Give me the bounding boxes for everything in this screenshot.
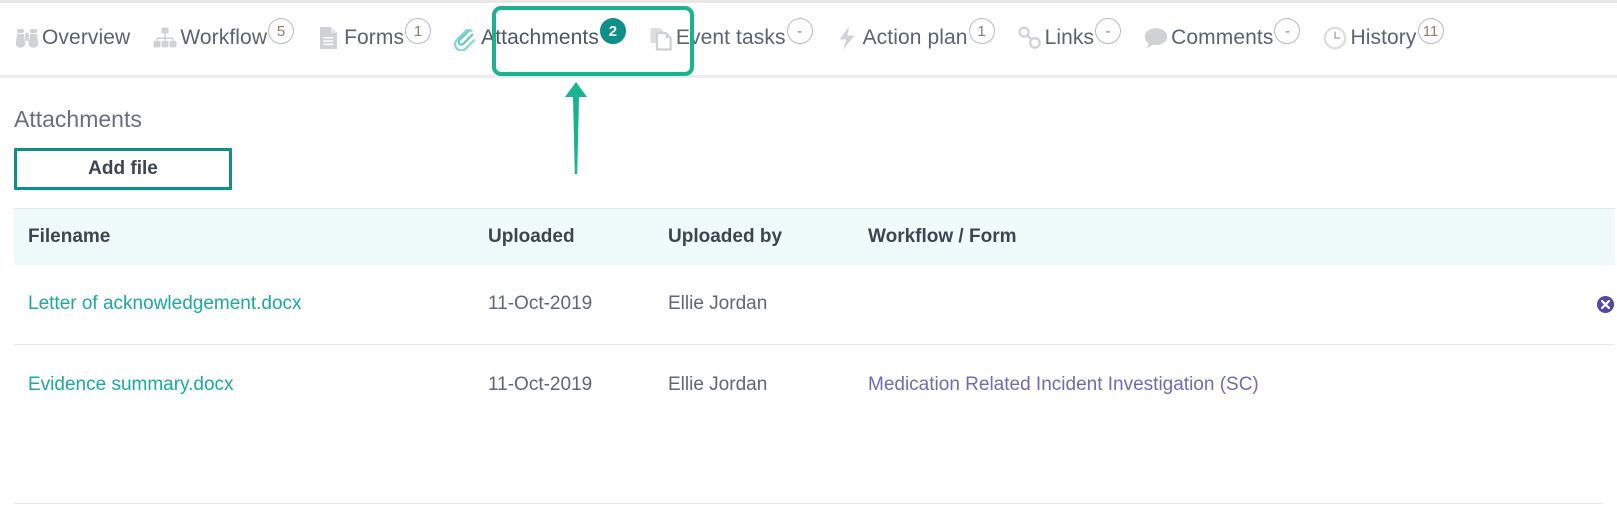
tab-badge: - xyxy=(1095,18,1122,44)
tab-forms[interactable]: Forms 1 xyxy=(316,16,432,62)
clock-icon xyxy=(1324,26,1347,50)
tab-label: Overview xyxy=(42,26,131,49)
tab-list: Overview Workflow 5 Forms 1 Attachments 2 Event… xyxy=(0,3,1617,75)
column-header-uploaded[interactable]: Uploaded xyxy=(474,208,654,265)
table-header-row: Filename Uploaded Uploaded by Workflow /… xyxy=(14,208,1615,265)
workflow-form-link[interactable]: Medication Related Incident Investigatio… xyxy=(868,374,1259,395)
attachment-filename-link[interactable]: Letter of acknowledgement.docx xyxy=(28,293,302,314)
column-header-actions xyxy=(1494,208,1615,265)
cell-workflow-form xyxy=(854,265,1494,345)
cell-filename: Evidence summary.docx xyxy=(14,344,474,425)
cell-uploaded: 11-Oct-2019 xyxy=(474,344,654,425)
column-header-filename[interactable]: Filename xyxy=(14,208,474,265)
tab-links[interactable]: Links - xyxy=(1017,16,1122,62)
attachments-panel: Attachments Add file Filename Uploaded U… xyxy=(0,78,1617,425)
page-title: Attachments xyxy=(14,106,142,132)
tab-badge: - xyxy=(786,18,813,44)
paperclip-icon xyxy=(454,28,476,51)
lightning-icon xyxy=(839,26,855,50)
tab-workflow[interactable]: Workflow 5 xyxy=(152,16,295,62)
tab-badge: 1 xyxy=(968,18,995,44)
tab-label: Attachments xyxy=(481,26,599,49)
table-bottom-divider xyxy=(14,503,1603,504)
binoculars-icon xyxy=(15,29,39,48)
delete-circle-icon[interactable] xyxy=(1596,295,1615,314)
attachments-table: Filename Uploaded Uploaded by Workflow /… xyxy=(14,208,1615,425)
tab-label: Links xyxy=(1044,26,1095,49)
tab-badge: 5 xyxy=(268,18,295,44)
cell-uploaded-by: Ellie Jordan xyxy=(654,344,854,425)
add-file-button[interactable]: Add file xyxy=(14,148,232,190)
add-file-area: Add file xyxy=(0,134,1617,190)
tab-action-plan[interactable]: Action plan 1 xyxy=(835,16,995,62)
tab-label: Workflow xyxy=(180,26,268,49)
chain-link-icon xyxy=(1018,26,1041,49)
tab-badge: - xyxy=(1274,18,1301,44)
tab-badge: 2 xyxy=(599,18,626,44)
tab-comments[interactable]: Comments - xyxy=(1143,16,1301,62)
cell-uploaded-by: Ellie Jordan xyxy=(668,293,768,315)
tab-label: Action plan xyxy=(862,26,968,49)
tab-history[interactable]: History 11 xyxy=(1322,16,1444,62)
tab-label: Forms xyxy=(344,26,405,49)
table-row: Evidence summary.docx 11-Oct-2019 Ellie Jo… xyxy=(14,344,1615,425)
speech-bubble-icon xyxy=(1144,28,1168,49)
sitemap-icon xyxy=(153,27,177,48)
attachments-screen: Overview Workflow 5 Forms 1 Attachments 2 Event… xyxy=(0,0,1617,516)
cell-actions xyxy=(1494,344,1615,425)
copy-pages-icon xyxy=(650,28,672,51)
cell-uploaded: 11-Oct-2019 xyxy=(488,293,593,315)
module-tab-bar: Overview Workflow 5 Forms 1 Attachments 2 Event… xyxy=(0,0,1617,78)
tab-label: Event tasks xyxy=(675,26,786,49)
attachments-table-body: Letter of acknowledgement.docx 11-Oct-201… xyxy=(14,265,1615,425)
column-header-workflow-form[interactable]: Workflow / Form xyxy=(854,208,1494,265)
tab-badge: 11 xyxy=(1417,18,1444,44)
tab-badge: 1 xyxy=(405,18,432,44)
tab-label: Comments xyxy=(1171,26,1274,49)
cell-filename: Letter of acknowledgement.docx xyxy=(14,265,474,345)
cell-workflow-form: Medication Related Incident Investigatio… xyxy=(854,344,1494,425)
column-header-uploaded-by[interactable]: Uploaded by xyxy=(654,208,854,265)
cell-actions xyxy=(1494,265,1615,345)
tab-event-tasks[interactable]: Event tasks - xyxy=(648,16,813,62)
tab-overview[interactable]: Overview xyxy=(14,16,130,62)
tab-attachments[interactable]: Attachments 2 xyxy=(453,16,626,62)
tab-label: History xyxy=(1350,26,1417,49)
document-icon xyxy=(320,27,338,49)
table-row: Letter of acknowledgement.docx 11-Oct-201… xyxy=(14,265,1615,345)
attachment-filename-link[interactable]: Evidence summary.docx xyxy=(28,374,234,395)
